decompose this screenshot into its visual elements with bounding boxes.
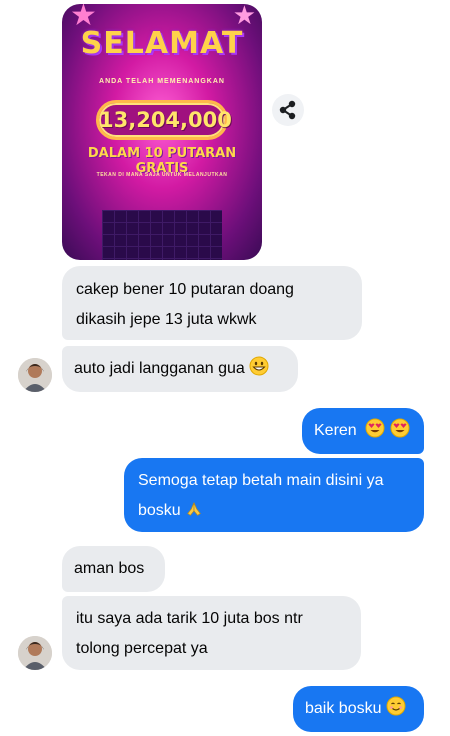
message-text: auto jadi langganan gua [74,360,245,377]
message-text: aman bos [74,560,145,577]
grinning-face-emoji [249,356,269,376]
win-subtitle: ANDA TELAH MEMENANGKAN [99,78,225,85]
message-bubble-incoming[interactable]: cakep bener 10 putaran doang dikasih jep… [62,266,362,340]
heart-eyes-emoji [390,418,410,438]
share-button[interactable] [272,94,304,126]
message-bubble-incoming[interactable]: aman bos [62,546,165,592]
win-title: SELAMAT [80,26,244,61]
message-text: Keren [314,422,357,439]
message-bubble-outgoing[interactable]: Keren [302,408,424,454]
reel-grid-background [102,210,222,260]
win-footnote: TEKAN DI MANA SAJA UNTUK MELANJUTKAN [96,172,228,178]
message-text: itu saya ada tarik 10 juta bos ntr tolon… [76,610,303,657]
share-icon [279,100,296,120]
avatar[interactable] [18,358,52,392]
message-bubble-incoming[interactable]: auto jadi langganan gua [62,346,298,392]
message-bubble-incoming[interactable]: itu saya ada tarik 10 juta bos ntr tolon… [62,596,361,670]
image-message[interactable]: ★ ★ SELAMAT ANDA TELAH MEMENANGKAN 13,20… [62,4,262,260]
win-amount: 13,204,000 [99,108,232,132]
message-text: cakep bener 10 putaran doang dikasih jep… [76,281,294,328]
message-text: baik bosku [305,700,382,717]
folded-hands-emoji [187,502,201,516]
avatar[interactable] [18,636,52,670]
smiling-face-emoji [386,696,406,716]
message-bubble-outgoing[interactable]: Semoga tetap betah main disini ya bosku [124,458,424,532]
heart-eyes-emoji [365,418,385,438]
message-text: Semoga tetap betah main disini ya bosku [138,472,384,519]
win-amount-frame: 13,204,000 [96,100,232,140]
message-bubble-outgoing[interactable]: baik bosku [293,686,424,732]
